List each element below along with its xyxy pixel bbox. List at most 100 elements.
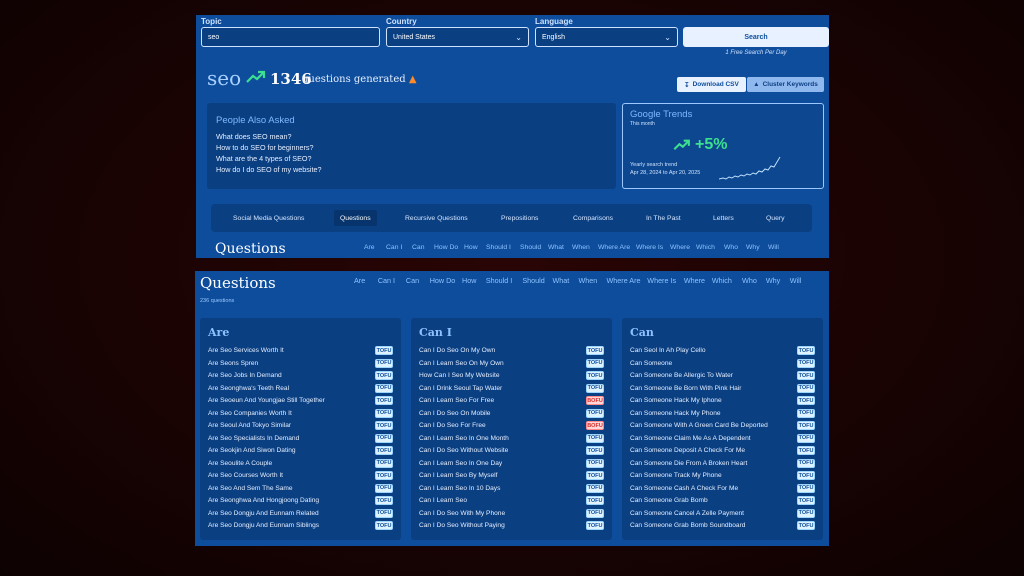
cluster-keywords-button[interactable]: ▲ Cluster Keywords bbox=[747, 77, 824, 92]
tab-prepositions[interactable]: Prepositions bbox=[495, 210, 544, 226]
question-row[interactable]: Are Seoeun And Youngjae Still Together TO… bbox=[208, 396, 393, 406]
tab-query[interactable]: Query bbox=[760, 210, 791, 226]
tab-letters[interactable]: Letters bbox=[707, 210, 740, 226]
question-row[interactable]: Can I Learn Seo By Myself TOFU bbox=[419, 471, 604, 481]
filter-can[interactable]: Can bbox=[406, 276, 419, 285]
filter-which[interactable]: Which bbox=[696, 244, 715, 251]
question-row[interactable]: Can Someone Hack My Iphone TOFU bbox=[630, 396, 815, 406]
question-row[interactable]: Are Seo Dongju And Eunnam Siblings TOFU bbox=[208, 521, 393, 531]
filter-why[interactable]: Why bbox=[766, 276, 780, 285]
question-row[interactable]: Are Seonghwa's Teeth Real TOFU bbox=[208, 383, 393, 394]
question-row[interactable]: Can I Learn Seo TOFU bbox=[419, 496, 604, 506]
question-row[interactable]: Are Seo Dongju And Eunnam Related TOFU bbox=[208, 508, 393, 519]
question-row[interactable]: Are Seo Specialists In Demand TOFU bbox=[208, 433, 393, 444]
country-select[interactable]: United States ⌄ bbox=[386, 27, 529, 47]
question-row[interactable]: Can Someone With A Green Card Be Deporte… bbox=[630, 421, 815, 431]
question-row[interactable]: Can I Learn Seo On My Own TOFU bbox=[419, 358, 604, 369]
paa-item[interactable]: What does SEO mean? bbox=[216, 132, 292, 141]
question-row[interactable]: Can Someone Be Allergic To Water TOFU bbox=[630, 371, 815, 381]
funnel-stage-badge: TOFU bbox=[375, 521, 393, 530]
filter-should[interactable]: Should bbox=[522, 276, 544, 285]
tab-social-media-questions[interactable]: Social Media Questions bbox=[227, 210, 310, 226]
filter-where[interactable]: Where bbox=[670, 244, 690, 251]
tab-in-the-past[interactable]: In The Past bbox=[640, 210, 687, 226]
question-row[interactable]: Can Someone TOFU bbox=[630, 358, 815, 369]
question-text: Can Someone With A Green Card Be Deporte… bbox=[630, 422, 768, 429]
question-row[interactable]: Are Seo Companies Worth It TOFU bbox=[208, 408, 393, 419]
filter-can-i[interactable]: Can I bbox=[378, 276, 395, 285]
paa-item[interactable]: What are the 4 types of SEO? bbox=[216, 154, 311, 163]
filter-where[interactable]: Where bbox=[684, 276, 705, 285]
filter-where-is[interactable]: Where Is bbox=[647, 276, 676, 285]
filter-will[interactable]: Will bbox=[768, 244, 779, 251]
language-select[interactable]: English ⌄ bbox=[535, 27, 678, 47]
filter-should-i[interactable]: Should I bbox=[486, 276, 512, 285]
question-row[interactable]: Can Someone Hack My Phone TOFU bbox=[630, 408, 815, 419]
filter-which[interactable]: Which bbox=[712, 276, 732, 285]
filter-when[interactable]: When bbox=[572, 244, 590, 251]
question-row[interactable]: Can I Do Seo On My Own TOFU bbox=[419, 346, 604, 356]
question-row[interactable]: Can I Do Seo On Mobile TOFU bbox=[419, 408, 604, 419]
question-row[interactable]: Can Seol In Ah Play Cello TOFU bbox=[630, 346, 815, 356]
question-row[interactable]: Can Someone Grab Bomb Soundboard TOFU bbox=[630, 521, 815, 531]
question-row[interactable]: Are Seoul And Tokyo Similar TOFU bbox=[208, 421, 393, 431]
filter-can[interactable]: Can bbox=[412, 244, 424, 251]
question-row[interactable]: How Can I Seo My Website TOFU bbox=[419, 371, 604, 381]
tab-questions[interactable]: Questions bbox=[334, 210, 377, 226]
filter-what[interactable]: What bbox=[553, 276, 570, 285]
filter-where-are[interactable]: Where Are bbox=[598, 244, 630, 251]
funnel-stage-badge: TOFU bbox=[586, 358, 604, 368]
tab-recursive-questions[interactable]: Recursive Questions bbox=[399, 210, 474, 226]
filter-how-do[interactable]: How Do bbox=[434, 244, 458, 251]
question-row[interactable]: Can Someone Die From A Broken Heart TOFU bbox=[630, 458, 815, 469]
filter-who[interactable]: Who bbox=[742, 276, 757, 285]
filter-where-is[interactable]: Where Is bbox=[636, 244, 663, 251]
filter-who[interactable]: Who bbox=[724, 244, 738, 251]
filter-should-i[interactable]: Should I bbox=[486, 244, 511, 251]
filter-will[interactable]: Will bbox=[790, 276, 802, 285]
question-text: Can I Do Seo On My Own bbox=[419, 347, 496, 354]
filter-are[interactable]: Are bbox=[354, 276, 365, 285]
question-row[interactable]: Can I Do Seo Without Website TOFU bbox=[419, 446, 604, 456]
question-row[interactable]: Can I Do Seo For Free BOFU bbox=[419, 421, 604, 431]
search-button[interactable]: Search bbox=[683, 27, 829, 47]
question-row[interactable]: Are Seo Services Worth It TOFU bbox=[208, 346, 393, 356]
filter-what[interactable]: What bbox=[548, 244, 564, 251]
question-row[interactable]: Can I Learn Seo In One Day TOFU bbox=[419, 458, 604, 469]
filter-are[interactable]: Are bbox=[364, 244, 375, 251]
question-row[interactable]: Can Someone Cash A Check For Me TOFU bbox=[630, 483, 815, 494]
question-row[interactable]: Can Someone Be Born With Pink Hair TOFU bbox=[630, 383, 815, 394]
question-row[interactable]: Are Seo And Sem The Same TOFU bbox=[208, 483, 393, 494]
question-row[interactable]: Are Seokjin And Siwon Dating TOFU bbox=[208, 446, 393, 456]
question-row[interactable]: Are Seo Jobs In Demand TOFU bbox=[208, 371, 393, 381]
question-row[interactable]: Can Someone Deposit A Check For Me TOFU bbox=[630, 446, 815, 456]
filter-can-i[interactable]: Can I bbox=[386, 244, 402, 251]
question-row[interactable]: Are Seoulite A Couple TOFU bbox=[208, 458, 393, 469]
question-row[interactable]: Can Someone Track My Phone TOFU bbox=[630, 471, 815, 481]
filter-why[interactable]: Why bbox=[746, 244, 760, 251]
question-row[interactable]: Can I Learn Seo In One Month TOFU bbox=[419, 433, 604, 444]
question-row[interactable]: Are Seonghwa And Hongjoong Dating TOFU bbox=[208, 496, 393, 506]
filter-should[interactable]: Should bbox=[520, 244, 541, 251]
download-csv-button[interactable]: ↧ Download CSV bbox=[677, 77, 746, 92]
filter-how[interactable]: How bbox=[464, 244, 478, 251]
question-text: Can Someone Deposit A Check For Me bbox=[630, 447, 746, 454]
question-row[interactable]: Can I Learn Seo In 10 Days TOFU bbox=[419, 483, 604, 494]
filter-where-are[interactable]: Where Are bbox=[607, 276, 641, 285]
question-row[interactable]: Can Someone Claim Me As A Dependent TOFU bbox=[630, 433, 815, 444]
question-row[interactable]: Can I Learn Seo For Free BOFU bbox=[419, 396, 604, 406]
question-row[interactable]: Can I Do Seo Without Paying TOFU bbox=[419, 521, 604, 531]
filter-how[interactable]: How bbox=[462, 276, 476, 285]
question-row[interactable]: Are Seo Courses Worth It TOFU bbox=[208, 471, 393, 481]
topic-input[interactable]: seo bbox=[201, 27, 380, 47]
tab-comparisons[interactable]: Comparisons bbox=[567, 210, 619, 226]
question-row[interactable]: Can Someone Cancel A Zelle Payment TOFU bbox=[630, 508, 815, 519]
question-row[interactable]: Can Someone Grab Bomb TOFU bbox=[630, 496, 815, 506]
question-row[interactable]: Are Seons Spren TOFU bbox=[208, 358, 393, 369]
paa-item[interactable]: How do I do SEO of my website? bbox=[216, 165, 321, 174]
filter-when[interactable]: When bbox=[578, 276, 597, 285]
paa-item[interactable]: How to do SEO for beginners? bbox=[216, 143, 313, 152]
question-row[interactable]: Can I Do Seo With My Phone TOFU bbox=[419, 508, 604, 519]
filter-how-do[interactable]: How Do bbox=[430, 276, 456, 285]
question-row[interactable]: Can I Drink Seoul Tap Water TOFU bbox=[419, 383, 604, 394]
